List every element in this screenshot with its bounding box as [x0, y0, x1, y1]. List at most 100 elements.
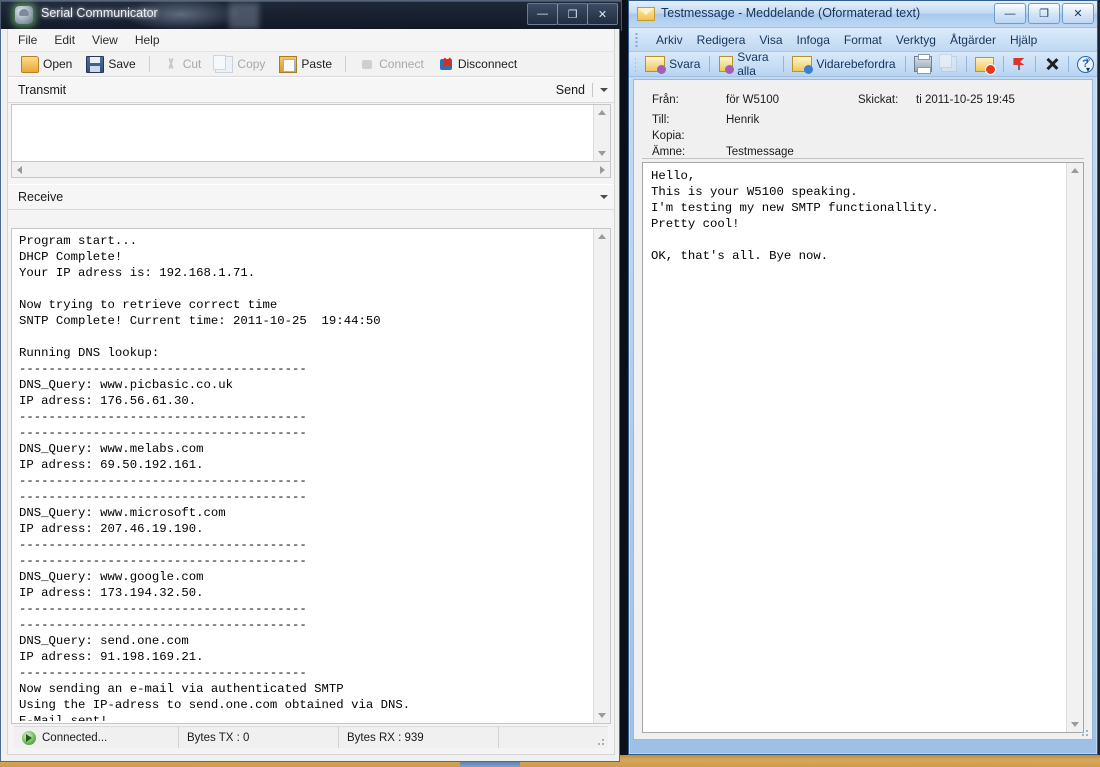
receive-textarea[interactable]: Program start... DHCP Complete! Your IP … [11, 228, 611, 724]
serial-menubar[interactable]: File Edit View Help [8, 29, 614, 52]
toolbar-overflow-icon[interactable]: »▾ [1082, 54, 1094, 74]
close-button[interactable]: ✕ [587, 3, 618, 25]
menu-edit[interactable]: Edit [54, 33, 75, 47]
status-empty-cell [499, 727, 608, 748]
subject-label: Ämne: [652, 146, 685, 158]
to-label: Till: [652, 114, 669, 126]
cut-button: Cut [158, 56, 207, 73]
outlook-message-window[interactable]: Testmessage - Meddelande (Oformaterad te… [628, 0, 1098, 755]
menu-arkiv[interactable]: Arkiv [656, 33, 683, 47]
subject-value[interactable]: Testmessage [726, 146, 794, 158]
toolbar-separator [149, 56, 150, 72]
receive-vscrollbar[interactable] [593, 229, 610, 723]
menu-file[interactable]: File [18, 33, 37, 47]
flag-icon [1012, 57, 1026, 71]
connect-button-label: Connect [379, 57, 424, 71]
reply-button-label: Svara [669, 57, 700, 71]
paste-button-label: Paste [301, 57, 332, 71]
toolbar-separator-2 [345, 56, 346, 72]
resize-grip[interactable] [594, 735, 606, 747]
mail-close-button[interactable]: ✕ [1062, 3, 1094, 24]
menubar-grip[interactable] [635, 32, 639, 47]
transmit-vscrollbar[interactable] [593, 105, 610, 161]
reply-all-button[interactable]: Svara alla [716, 49, 777, 79]
folder-open-icon [21, 56, 39, 73]
menu-help[interactable]: Help [135, 33, 160, 47]
mark-unread-icon [975, 57, 994, 72]
reply-button[interactable]: Svara [642, 55, 703, 73]
copy-button-mail [938, 55, 960, 73]
scroll-left-icon[interactable] [17, 166, 22, 174]
menu-view[interactable]: View [92, 33, 118, 47]
header-separator [592, 83, 593, 97]
receive-scroll-up-icon[interactable] [598, 234, 606, 239]
print-icon [914, 56, 932, 72]
receive-scroll-down-icon[interactable] [598, 713, 606, 718]
scroll-right-icon[interactable] [600, 166, 605, 174]
maximize-button[interactable]: ❐ [557, 3, 588, 25]
print-button[interactable] [911, 55, 935, 73]
reply-all-button-label: Svara alla [737, 50, 774, 78]
menu-visa[interactable]: Visa [759, 33, 782, 47]
sent-label: Skickat: [858, 94, 898, 106]
serial-communicator-window[interactable]: Serial Communicator — ❐ ✕ File Edit View… [0, 0, 620, 762]
minimize-button[interactable]: — [527, 3, 558, 25]
mail-toolbar[interactable]: Svara Svara alla Vidarebefordra ? »▾ [629, 52, 1097, 77]
mail-minimize-button[interactable]: — [994, 3, 1026, 24]
cut-button-label: Cut [183, 57, 202, 71]
forward-button-label: Vidarebefordra [816, 57, 895, 71]
mail-resize-grip[interactable] [1078, 726, 1090, 738]
receive-label: Receive [18, 190, 63, 204]
menu-format[interactable]: Format [844, 33, 882, 47]
forward-button[interactable]: Vidarebefordra [789, 55, 898, 73]
from-value[interactable]: för W5100 [726, 94, 779, 106]
mail-window-controls[interactable]: — ❐ ✕ [992, 3, 1094, 24]
mail-body-box[interactable]: Hello, This is your W5100 speaking. I'm … [642, 162, 1084, 733]
receive-chevron-down-icon[interactable] [600, 195, 608, 199]
envelope-icon [637, 7, 655, 21]
mark-unread-button[interactable] [972, 56, 997, 73]
serial-statusbar: Connected... Bytes TX : 0 Bytes RX : 939 [14, 726, 608, 748]
mail-maximize-button[interactable]: ❐ [1028, 3, 1060, 24]
status-connection: Connected... [14, 727, 179, 748]
disconnect-button[interactable]: Disconnect [433, 56, 522, 73]
menu-hjalp[interactable]: Hjälp [1010, 33, 1037, 47]
status-bytes-tx: Bytes TX : 0 [179, 727, 339, 748]
sent-value: ti 2011-10-25 19:45 [916, 94, 1015, 106]
mail-titlebar[interactable]: Testmessage - Meddelande (Oformaterad te… [629, 1, 1097, 28]
serial-window-body: File Edit View Help Open Save Cut [0, 29, 620, 762]
menu-atgarder[interactable]: Åtgärder [950, 33, 996, 47]
to-value[interactable]: Henrik [726, 114, 759, 126]
receive-panel-header: Receive [8, 184, 614, 210]
scroll-down-icon[interactable] [598, 151, 606, 156]
menu-infoga[interactable]: Infoga [797, 33, 830, 47]
serial-toolbar[interactable]: Open Save Cut Copy Paste [8, 52, 614, 77]
floppy-disk-icon [86, 56, 104, 73]
mail-window-title: Testmessage - Meddelande (Oformaterad te… [661, 6, 920, 20]
menu-redigera[interactable]: Redigera [697, 33, 746, 47]
chevron-down-icon[interactable] [600, 88, 608, 92]
transmit-textarea[interactable] [11, 104, 611, 162]
open-button-label: Open [43, 57, 72, 71]
mail-body-vscrollbar[interactable] [1066, 163, 1083, 732]
delete-button[interactable] [1042, 56, 1062, 72]
serial-window-controls[interactable]: — ❐ ✕ [528, 3, 618, 25]
save-button[interactable]: Save [81, 55, 140, 74]
clipboard-icon [279, 56, 297, 73]
transmit-panel-header: Transmit Send [8, 77, 614, 103]
mail-menubar[interactable]: Arkiv Redigera Visa Infoga Format Verkty… [629, 28, 1097, 52]
transmit-hscrollbar[interactable] [11, 162, 611, 178]
open-button[interactable]: Open [16, 55, 77, 74]
scroll-up-icon[interactable] [598, 110, 606, 115]
menu-verktyg[interactable]: Verktyg [896, 33, 936, 47]
reply-icon [645, 56, 665, 72]
toolbar-grip[interactable] [635, 57, 636, 72]
paste-button[interactable]: Paste [274, 55, 337, 74]
mail-scroll-up-icon[interactable] [1071, 168, 1079, 173]
send-button[interactable]: Send [556, 83, 585, 97]
serial-app-icon [15, 6, 33, 24]
serial-titlebar[interactable]: Serial Communicator — ❐ ✕ [0, 0, 622, 31]
copy-button-label: Copy [237, 57, 265, 71]
flag-button[interactable] [1009, 56, 1029, 72]
delete-icon [1045, 57, 1059, 71]
